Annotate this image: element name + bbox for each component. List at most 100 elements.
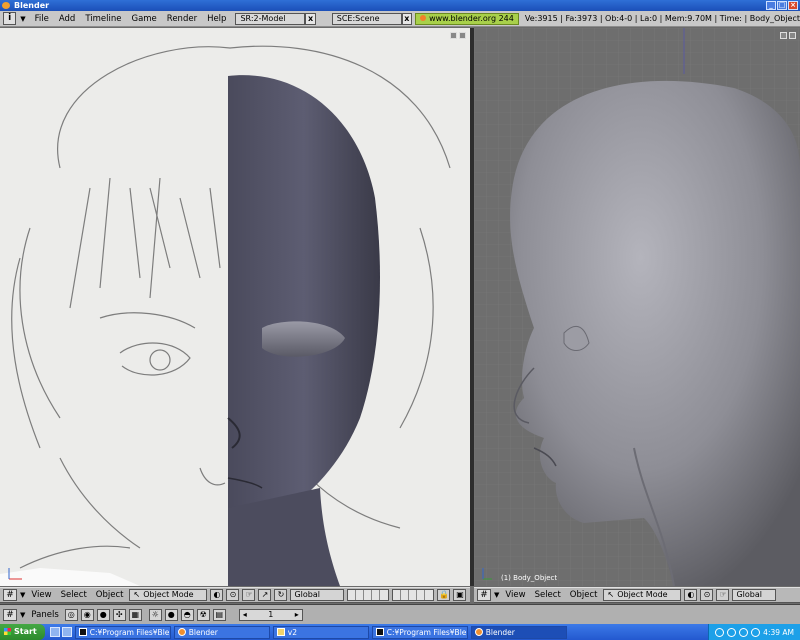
orientation-dropdown-value: Global	[736, 590, 763, 599]
taskbar-item-label: C:¥Program Files¥Blende...	[89, 627, 170, 637]
viewport-tile-icon[interactable]	[789, 32, 796, 39]
blender-icon	[177, 628, 186, 636]
menu-timeline[interactable]: Timeline	[80, 14, 126, 24]
taskbar-item-label: Blender	[188, 627, 218, 637]
screen-selector[interactable]: SR:2-Model	[235, 12, 306, 25]
blender-orb-icon	[420, 14, 427, 21]
taskbar-item-folder[interactable]: v2	[272, 625, 369, 639]
tray-icon[interactable]	[727, 627, 737, 637]
left-viewport-corner-widgets	[450, 32, 466, 39]
tray-icon[interactable]	[739, 627, 749, 637]
scene-context-icon[interactable]: ☼	[148, 608, 162, 621]
script-context-icon[interactable]: ◉	[80, 608, 94, 621]
editing-context-icon[interactable]: ▦	[128, 608, 142, 621]
tray-icon[interactable]	[715, 627, 725, 637]
draw-type-icon[interactable]: ◐	[684, 589, 698, 601]
frame-number-field[interactable]: ◂ 1 ▸	[238, 608, 303, 621]
manipulator-translate-icon[interactable]: ↗	[258, 589, 272, 601]
axis-gizmo-icon	[8, 568, 22, 580]
viewport-tile-icon[interactable]	[459, 32, 466, 39]
object-menu[interactable]: Object	[93, 590, 127, 600]
scene-selector[interactable]: SCE:Scene	[331, 12, 402, 25]
info-header: i ▼ File Add Timeline Game Render Help S…	[0, 11, 800, 27]
window-title: Blender	[14, 1, 50, 10]
tray-icon[interactable]	[751, 627, 761, 637]
menu-file[interactable]: File	[30, 14, 54, 24]
console-icon	[78, 628, 87, 636]
viewport-tile-icon[interactable]	[780, 32, 787, 39]
select-menu[interactable]: Select	[58, 590, 90, 600]
select-menu[interactable]: Select	[532, 590, 564, 600]
frame-number-value: 1	[268, 609, 274, 619]
editor-type-grid-icon[interactable]: #	[3, 608, 17, 621]
delete-scene-button[interactable]: x	[401, 12, 413, 25]
right-viewport-corner-widgets	[780, 32, 796, 39]
blender-logo-icon	[2, 2, 10, 9]
draw-type-icon[interactable]: ◐	[210, 589, 224, 601]
quick-launch-icon[interactable]	[49, 627, 60, 637]
reference-sketch-and-head-model	[0, 28, 470, 586]
orientation-dropdown[interactable]: Global	[290, 589, 345, 601]
texture-subcontext-icon[interactable]: ▤	[212, 608, 226, 621]
manipulator-rotate-icon[interactable]: ↻	[274, 589, 288, 601]
taskbar-item-console-2[interactable]: C:¥Program Files¥Blende...	[371, 625, 468, 639]
viewport-tile-icon[interactable]	[450, 32, 457, 39]
collapse-triangle-icon[interactable]: ▼	[494, 591, 499, 599]
pivot-icon[interactable]: ⊙	[700, 589, 714, 601]
menu-help[interactable]: Help	[202, 14, 231, 24]
os-taskbar: Start C:¥Program Files¥Blende... Blender…	[0, 624, 800, 640]
pivot-icon[interactable]: ⊙	[226, 589, 240, 601]
close-window-button[interactable]: ×	[788, 1, 798, 10]
axis-gizmo-icon	[482, 568, 492, 580]
minimize-button[interactable]: _	[766, 1, 776, 10]
taskbar-item-blender-2[interactable]: Blender	[470, 625, 567, 639]
buttons-window-header: # ▼ Panels ◎ ◉ ● ✣ ▦ ☼ ● ◓ ☢ ▤ ◂ 1 ▸	[0, 604, 800, 624]
head-model-side-view	[474, 28, 800, 586]
editor-type-grid-icon[interactable]: #	[477, 589, 491, 601]
decrement-arrow-icon[interactable]: ◂	[243, 610, 247, 620]
scene-stats: Ve:3915 | Fa:3973 | Ob:4-0 | La:0 | Mem:…	[524, 14, 800, 23]
collapse-triangle-icon[interactable]: ▼	[20, 611, 25, 619]
menu-add[interactable]: Add	[54, 14, 80, 24]
folder-icon	[276, 628, 285, 636]
manipulator-toggle-icon[interactable]: ☞	[242, 589, 256, 601]
world-subcontext-icon[interactable]: ◓	[180, 608, 194, 621]
view-menu[interactable]: View	[28, 590, 54, 600]
render-preview-icon[interactable]: ▣	[453, 589, 467, 601]
collapse-menu-triangle-icon[interactable]: ▼	[20, 15, 25, 23]
object-menu[interactable]: Object	[567, 590, 601, 600]
panels-menu[interactable]: Panels	[28, 610, 61, 620]
editor-type-grid-icon[interactable]: #	[3, 589, 17, 601]
collapse-triangle-icon[interactable]: ▼	[20, 591, 25, 599]
window-controls: _ □ ×	[766, 1, 798, 10]
mode-dropdown[interactable]: ↖ Object Mode	[129, 589, 208, 601]
layer-buttons-group-1[interactable]	[347, 589, 390, 601]
left-3d-viewport[interactable]	[0, 28, 470, 586]
info-window-type-button[interactable]: i	[3, 12, 17, 25]
object-context-icon[interactable]: ✣	[112, 608, 126, 621]
delete-screen-button[interactable]: x	[305, 12, 316, 25]
menu-game[interactable]: Game	[126, 14, 161, 24]
start-button[interactable]: Start	[0, 624, 45, 640]
taskbar-item-blender-1[interactable]: Blender	[173, 625, 270, 639]
logic-context-icon[interactable]: ◎	[64, 608, 78, 621]
maximize-button[interactable]: □	[777, 1, 787, 10]
website-link[interactable]: www.blender.org 244	[415, 12, 519, 25]
mode-icon: ↖	[133, 590, 141, 599]
mode-dropdown[interactable]: ↖ Object Mode	[603, 589, 682, 601]
console-icon	[375, 628, 384, 636]
orientation-dropdown[interactable]: Global	[732, 589, 777, 601]
shading-context-icon[interactable]: ●	[96, 608, 110, 621]
radiosity-subcontext-icon[interactable]: ☢	[196, 608, 210, 621]
menu-render[interactable]: Render	[162, 14, 202, 24]
blender-icon	[474, 628, 483, 636]
taskbar-item-console-1[interactable]: C:¥Program Files¥Blende...	[74, 625, 171, 639]
quick-launch-icon[interactable]	[61, 627, 72, 637]
material-subcontext-icon[interactable]: ●	[164, 608, 178, 621]
lock-icon[interactable]: 🔒	[437, 589, 451, 601]
layer-buttons-group-2[interactable]	[392, 589, 435, 601]
right-3d-viewport[interactable]: (1) Body_Object	[474, 28, 800, 586]
manipulator-toggle-icon[interactable]: ☞	[716, 589, 730, 601]
increment-arrow-icon[interactable]: ▸	[295, 610, 299, 620]
view-menu[interactable]: View	[502, 590, 528, 600]
